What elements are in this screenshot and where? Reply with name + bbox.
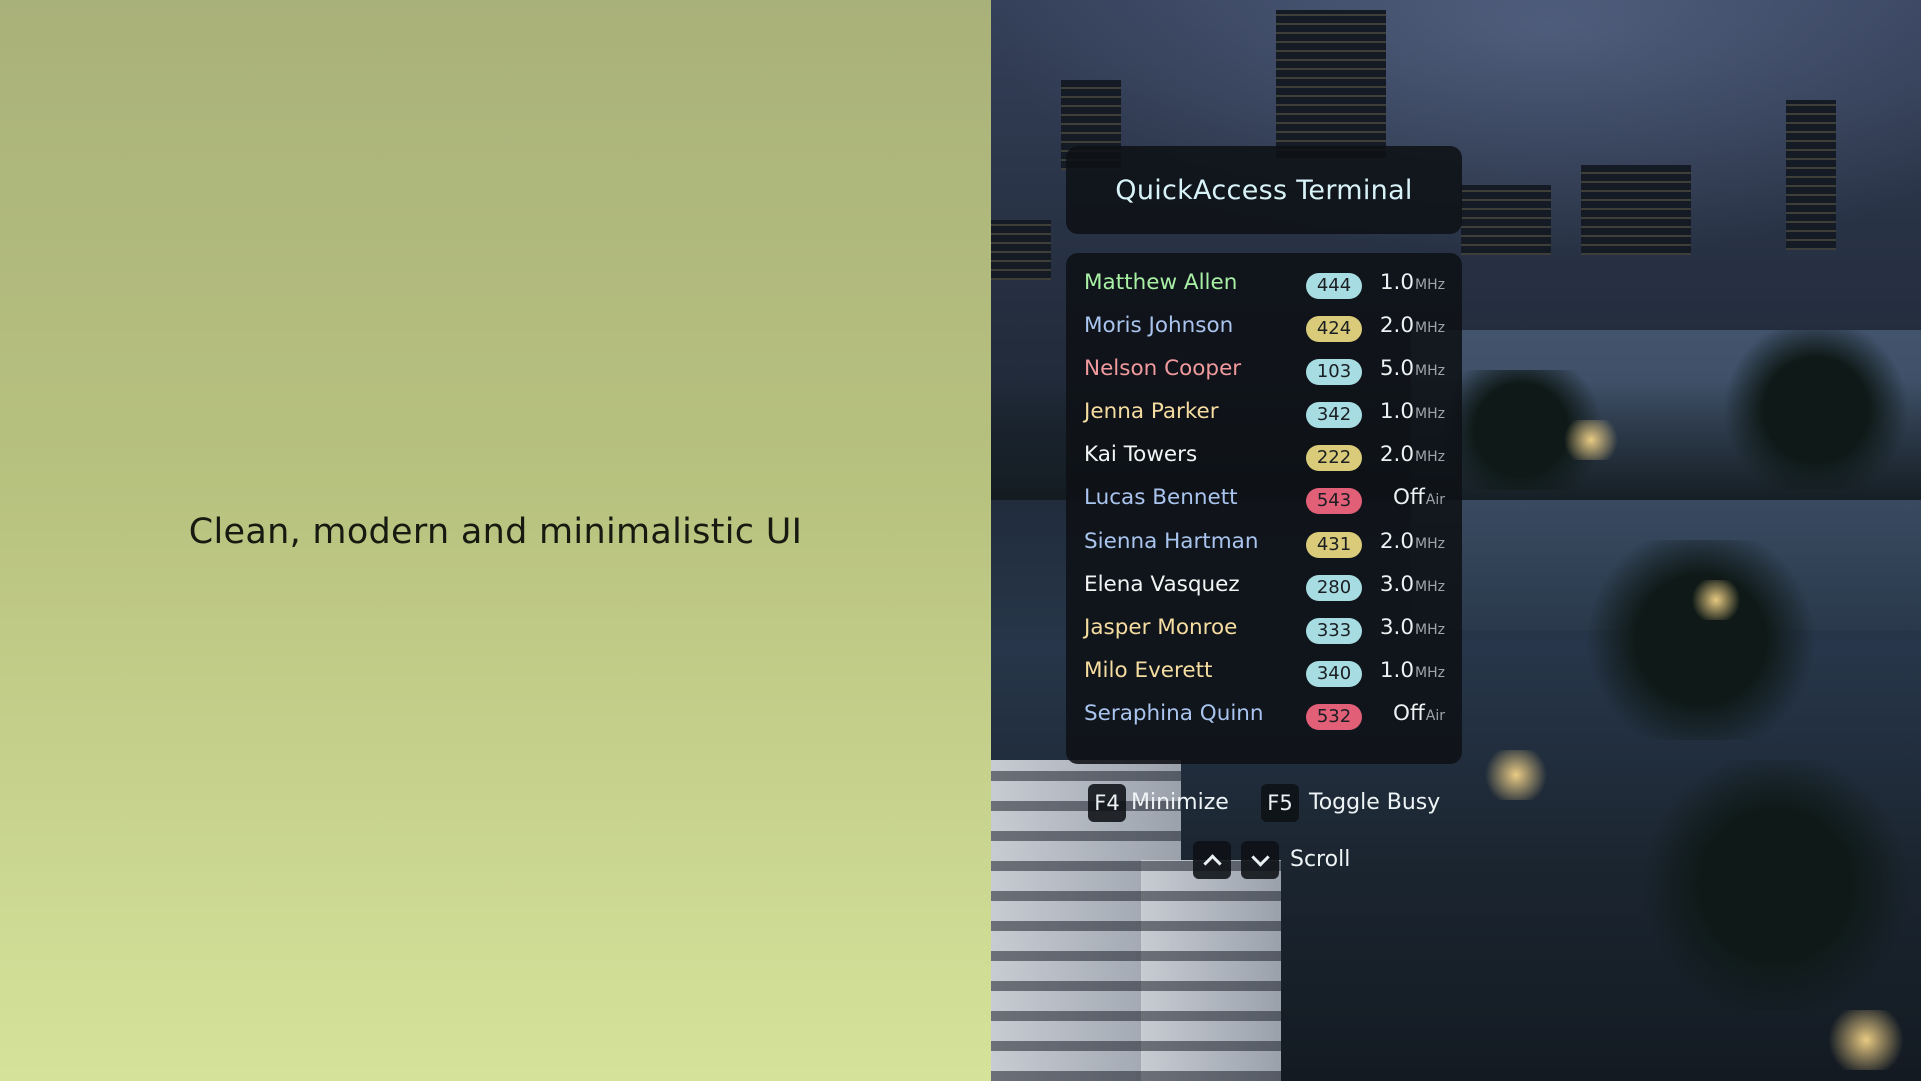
city-lights bbox=[1551, 420, 1631, 460]
radio-frequency: 1.0MHz bbox=[1380, 270, 1445, 295]
skyscraper bbox=[1461, 185, 1551, 255]
palm-trees bbox=[1711, 330, 1921, 490]
frequency-unit: Air bbox=[1425, 707, 1445, 724]
player-row[interactable]: Milo Everett 340 1.0MHz bbox=[1066, 652, 1462, 695]
player-id-badge: 532 bbox=[1306, 703, 1362, 730]
player-row[interactable]: Kai Towers 222 2.0MHz bbox=[1066, 436, 1462, 479]
frequency-value: 2.0 bbox=[1379, 313, 1415, 339]
frequency-value: 2.0 bbox=[1379, 442, 1415, 468]
skyscraper bbox=[1786, 100, 1836, 250]
player-name: Elena Vasquez bbox=[1084, 571, 1240, 597]
player-id-badge: 222 bbox=[1306, 445, 1362, 472]
promo-panel: Clean, modern and minimalistic UI bbox=[0, 0, 991, 1081]
radio-frequency: 1.0MHz bbox=[1380, 658, 1445, 683]
frequency-value: 5.0 bbox=[1379, 356, 1415, 382]
radio-frequency: 2.0MHz bbox=[1380, 442, 1445, 467]
palm-trees bbox=[1631, 760, 1921, 1010]
chevron-down-icon bbox=[1250, 848, 1270, 867]
player-row[interactable]: Jasper Monroe 333 3.0MHz bbox=[1066, 609, 1462, 652]
player-row[interactable]: Seraphina Quinn 532 OffAir bbox=[1066, 695, 1462, 738]
skyscraper bbox=[991, 220, 1051, 280]
terminal-title: QuickAccess Terminal bbox=[1115, 174, 1413, 206]
frequency-unit: MHz bbox=[1415, 578, 1445, 595]
player-id-badge: 424 bbox=[1306, 316, 1362, 343]
terminal-header: QuickAccess Terminal bbox=[1066, 146, 1462, 234]
frequency-unit: MHz bbox=[1415, 449, 1445, 466]
apartment-building bbox=[1141, 860, 1281, 1081]
player-row[interactable]: Nelson Cooper 103 5.0MHz bbox=[1066, 350, 1462, 393]
player-name: Seraphina Quinn bbox=[1084, 700, 1264, 726]
city-lights bbox=[1471, 750, 1561, 800]
frequency-unit: MHz bbox=[1415, 320, 1445, 337]
player-name: Matthew Allen bbox=[1084, 270, 1238, 295]
toggle-busy-label: Toggle Busy bbox=[1309, 790, 1441, 815]
player-row[interactable]: Moris Johnson 424 2.0MHz bbox=[1066, 307, 1462, 350]
player-id-badge: 333 bbox=[1306, 617, 1362, 644]
player-row[interactable]: Matthew Allen 444 1.0MHz bbox=[1066, 264, 1462, 307]
scroll-label: Scroll bbox=[1290, 847, 1351, 872]
player-name: Lucas Bennett bbox=[1084, 485, 1238, 511]
scroll-down-button[interactable] bbox=[1241, 841, 1279, 879]
promo-tagline: Clean, modern and minimalistic UI bbox=[188, 512, 803, 552]
frequency-unit: MHz bbox=[1415, 363, 1445, 380]
skyscraper bbox=[1276, 10, 1386, 160]
radio-frequency: 5.0MHz bbox=[1380, 356, 1445, 381]
skyscraper bbox=[1581, 165, 1691, 255]
frequency-unit: Air bbox=[1425, 492, 1445, 509]
city-lights bbox=[1681, 580, 1751, 620]
frequency-value: 1.0 bbox=[1379, 657, 1415, 683]
frequency-value: 1.0 bbox=[1379, 270, 1415, 295]
player-name: Kai Towers bbox=[1084, 442, 1198, 468]
city-lights bbox=[1811, 1010, 1921, 1070]
frequency-unit: MHz bbox=[1415, 277, 1445, 293]
frequency-value: 2.0 bbox=[1379, 528, 1415, 554]
player-id-badge: 342 bbox=[1306, 402, 1362, 429]
frequency-unit: MHz bbox=[1415, 535, 1445, 552]
radio-frequency: 2.0MHz bbox=[1380, 313, 1445, 338]
player-name: Jasper Monroe bbox=[1084, 614, 1238, 640]
player-row[interactable]: Lucas Bennett 543 OffAir bbox=[1066, 479, 1462, 522]
player-name: Milo Everett bbox=[1084, 657, 1213, 683]
f4-key[interactable]: F4 bbox=[1088, 784, 1126, 822]
player-row[interactable]: Elena Vasquez 280 3.0MHz bbox=[1066, 566, 1462, 609]
player-id-badge: 431 bbox=[1306, 531, 1362, 558]
radio-frequency: 3.0MHz bbox=[1380, 615, 1445, 640]
minimize-label: Minimize bbox=[1131, 790, 1229, 815]
frequency-unit: MHz bbox=[1415, 621, 1445, 638]
chevron-up-icon bbox=[1202, 854, 1222, 873]
player-id-badge: 340 bbox=[1306, 660, 1362, 687]
player-id-badge: 280 bbox=[1306, 574, 1362, 601]
frequency-value: 1.0 bbox=[1379, 399, 1415, 425]
player-row[interactable]: Jenna Parker 342 1.0MHz bbox=[1066, 393, 1462, 436]
player-name: Jenna Parker bbox=[1084, 399, 1219, 425]
frequency-value: Off bbox=[1393, 700, 1425, 726]
palm-trees bbox=[1571, 540, 1831, 740]
player-id-badge: 543 bbox=[1306, 488, 1362, 515]
frequency-value: 3.0 bbox=[1379, 614, 1415, 640]
player-name: Nelson Cooper bbox=[1084, 356, 1242, 382]
player-name: Sienna Hartman bbox=[1084, 528, 1259, 554]
player-list[interactable]: Matthew Allen 444 1.0MHz Moris Johnson 424 2.… bbox=[1066, 253, 1462, 764]
radio-frequency: 2.0MHz bbox=[1380, 529, 1445, 554]
radio-frequency: OffAir bbox=[1393, 701, 1445, 726]
radio-frequency: OffAir bbox=[1393, 485, 1445, 510]
f5-key[interactable]: F5 bbox=[1261, 784, 1299, 822]
player-id-badge: 444 bbox=[1306, 273, 1362, 299]
frequency-unit: MHz bbox=[1415, 406, 1445, 423]
player-id-badge: 103 bbox=[1306, 359, 1362, 386]
player-row[interactable]: Sienna Hartman 431 2.0MHz bbox=[1066, 523, 1462, 566]
frequency-value: Off bbox=[1393, 485, 1425, 511]
frequency-value: 3.0 bbox=[1379, 571, 1415, 597]
frequency-unit: MHz bbox=[1415, 664, 1445, 681]
scroll-up-button[interactable] bbox=[1193, 841, 1231, 879]
player-name: Moris Johnson bbox=[1084, 313, 1234, 339]
radio-frequency: 3.0MHz bbox=[1380, 572, 1445, 597]
radio-frequency: 1.0MHz bbox=[1380, 399, 1445, 424]
